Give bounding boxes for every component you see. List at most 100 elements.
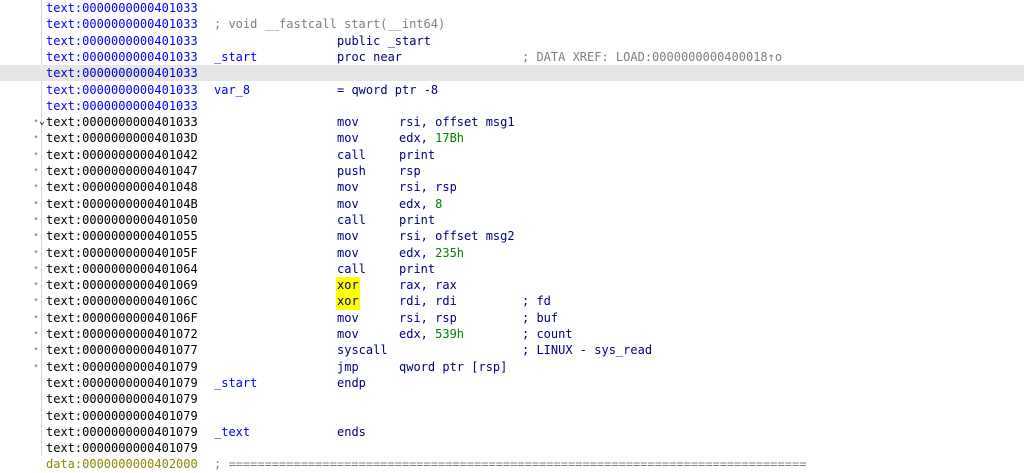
instruction-mnemonic[interactable]: mov: [337, 130, 359, 146]
operand-text[interactable]: print: [399, 262, 435, 276]
line-address[interactable]: text:0000000000401069: [46, 277, 198, 293]
line-label[interactable]: _text: [214, 424, 250, 440]
line-address[interactable]: text:0000000000401079: [46, 375, 198, 391]
instruction-operands[interactable]: rsi, rsp: [399, 310, 457, 326]
operand-text[interactable]: edx,: [399, 327, 435, 341]
listing-line[interactable]: text:0000000000401033 public _start: [0, 33, 1024, 49]
line-address[interactable]: text:000000000040105F: [46, 245, 198, 261]
listing-line[interactable]: • text:0000000000401069 xor rax, rax: [0, 277, 1024, 294]
listing-line[interactable]: data:0000000000402000 ; =================…: [0, 456, 1024, 472]
listing-line[interactable]: • text:0000000000401079 jmp qword ptr [rsp]: [0, 359, 1024, 375]
listing-line[interactable]: • text:000000000040106F mov rsi, rsp ; buf: [0, 310, 1024, 326]
instruction-operands[interactable]: rsp: [399, 163, 421, 179]
line-label[interactable]: _start: [214, 375, 257, 391]
instruction-mnemonic[interactable]: mov: [337, 310, 359, 326]
listing-line[interactable]: text:0000000000401033: [0, 65, 1024, 82]
listing-line[interactable]: text:0000000000401079: [0, 440, 1024, 456]
line-address[interactable]: text:0000000000401055: [46, 228, 198, 244]
instruction-operands[interactable]: print: [399, 147, 435, 163]
instruction-mnemonic[interactable]: call: [337, 147, 366, 163]
disassembly-listing[interactable]: text:0000000000401033 text:00000000004010…: [0, 0, 1024, 471]
instruction-mnemonic[interactable]: jmp: [337, 359, 359, 375]
line-label[interactable]: _start: [214, 49, 257, 65]
breakpoint-dot-icon[interactable]: •: [33, 212, 39, 228]
operand-text[interactable]: rsi, offset msg2: [399, 229, 515, 243]
instruction-mnemonic[interactable]: proc near: [337, 49, 402, 65]
line-address[interactable]: text:000000000040104B: [46, 196, 198, 212]
instruction-mnemonic[interactable]: mov: [337, 245, 359, 261]
breakpoint-dot-icon[interactable]: •: [33, 130, 39, 146]
listing-line[interactable]: text:0000000000401033 var_8 = qword ptr -8: [0, 82, 1024, 98]
listing-line[interactable]: • text:0000000000401047 push rsp: [0, 163, 1024, 179]
listing-line[interactable]: • text:000000000040105F mov edx, 235h: [0, 245, 1024, 261]
line-address[interactable]: text:0000000000401042: [46, 147, 198, 163]
listing-line[interactable]: • text:0000000000401077 syscall ; LINUX - s…: [0, 342, 1024, 358]
line-address[interactable]: text:0000000000401033: [46, 114, 198, 130]
listing-line[interactable]: text:0000000000401033 _start proc near ; DA…: [0, 49, 1024, 65]
instruction-operands[interactable]: edx, 539h: [399, 326, 464, 342]
operand-text[interactable]: rsi, offset msg1: [399, 115, 515, 129]
instruction-operands[interactable]: qword ptr [rsp]: [399, 359, 507, 375]
listing-line[interactable]: text:0000000000401079: [0, 408, 1024, 424]
breakpoint-dot-icon[interactable]: •: [33, 196, 39, 212]
instruction-mnemonic[interactable]: mov: [337, 228, 359, 244]
listing-line[interactable]: • text:0000000000401042 call print: [0, 147, 1024, 163]
line-address[interactable]: text:0000000000401064: [46, 261, 198, 277]
line-address[interactable]: text:0000000000401050: [46, 212, 198, 228]
listing-line[interactable]: text:0000000000401079 _start endp: [0, 375, 1024, 391]
instruction-operands[interactable]: edx, 17Bh: [399, 130, 464, 146]
listing-line[interactable]: • text:0000000000401050 call print: [0, 212, 1024, 228]
line-address[interactable]: data:0000000000402000: [46, 456, 198, 472]
listing-line[interactable]: text:0000000000401033: [0, 0, 1024, 16]
instruction-mnemonic[interactable]: push: [337, 163, 366, 179]
breakpoint-dot-icon[interactable]: •: [33, 245, 39, 261]
breakpoint-dot-icon[interactable]: •: [33, 326, 39, 342]
operand-text[interactable]: rsi, rsp: [399, 311, 457, 325]
operand-text[interactable]: edx,: [399, 197, 435, 211]
operand-immediate[interactable]: 539h: [435, 327, 464, 341]
line-address[interactable]: text:0000000000401048: [46, 179, 198, 195]
line-address[interactable]: text:000000000040106F: [46, 310, 198, 326]
instruction-operands[interactable]: rsi, offset msg1: [399, 114, 515, 130]
instruction-mnemonic[interactable]: call: [337, 212, 366, 228]
line-address[interactable]: text:000000000040106C: [46, 293, 198, 309]
instruction-mnemonic[interactable]: call: [337, 261, 366, 277]
listing-line[interactable]: • text:0000000000401072 mov edx, 539h ; coun…: [0, 326, 1024, 342]
operand-text[interactable]: qword ptr [rsp]: [399, 360, 507, 374]
listing-line[interactable]: • text:000000000040104B mov edx, 8: [0, 196, 1024, 212]
line-address[interactable]: text:0000000000401079: [46, 408, 198, 424]
operand-text[interactable]: print: [399, 148, 435, 162]
listing-line[interactable]: • text:0000000000401055 mov rsi, offset msg…: [0, 228, 1024, 244]
instruction-mnemonic[interactable]: xor: [336, 293, 360, 310]
operand-immediate[interactable]: 235h: [435, 246, 464, 260]
operand-immediate[interactable]: 17Bh: [435, 131, 464, 145]
listing-line[interactable]: • ⌄ text:0000000000401033 mov rsi, offset ms…: [0, 114, 1024, 130]
instruction-mnemonic[interactable]: syscall: [337, 342, 388, 358]
instruction-operands[interactable]: rsi, rsp: [399, 179, 457, 195]
instruction-operands[interactable]: print: [399, 212, 435, 228]
line-address[interactable]: text:0000000000401033: [46, 49, 198, 65]
instruction-mnemonic[interactable]: mov: [337, 114, 359, 130]
operand-text[interactable]: rsi, rsp: [399, 180, 457, 194]
breakpoint-dot-icon[interactable]: •: [33, 359, 39, 375]
listing-line[interactable]: • text:000000000040103D mov edx, 17Bh: [0, 130, 1024, 146]
breakpoint-dot-icon[interactable]: •: [33, 261, 39, 277]
operand-text[interactable]: edx,: [399, 246, 435, 260]
line-address[interactable]: text:0000000000401072: [46, 326, 198, 342]
operand-immediate[interactable]: 8: [435, 197, 442, 211]
instruction-mnemonic[interactable]: endp: [337, 375, 366, 391]
line-label[interactable]: var_8: [214, 82, 250, 98]
instruction-mnemonic[interactable]: mov: [337, 179, 359, 195]
operand-text[interactable]: print: [399, 213, 435, 227]
listing-line[interactable]: text:0000000000401033 ; void __fastcall s…: [0, 16, 1024, 32]
instruction-mnemonic[interactable]: xor: [336, 277, 360, 294]
instruction-operands[interactable]: rsi, offset msg2: [399, 228, 515, 244]
operand-text[interactable]: rdi, rdi: [399, 294, 457, 308]
line-address[interactable]: text:0000000000401033: [46, 82, 198, 98]
line-address[interactable]: text:0000000000401033: [46, 16, 198, 32]
line-address[interactable]: text:0000000000401033: [46, 98, 198, 114]
line-address[interactable]: text:0000000000401033: [46, 65, 198, 81]
operand-text[interactable]: rax, rax: [399, 278, 457, 292]
listing-line[interactable]: text:0000000000401079 _text ends: [0, 424, 1024, 440]
instruction-mnemonic[interactable]: mov: [337, 196, 359, 212]
